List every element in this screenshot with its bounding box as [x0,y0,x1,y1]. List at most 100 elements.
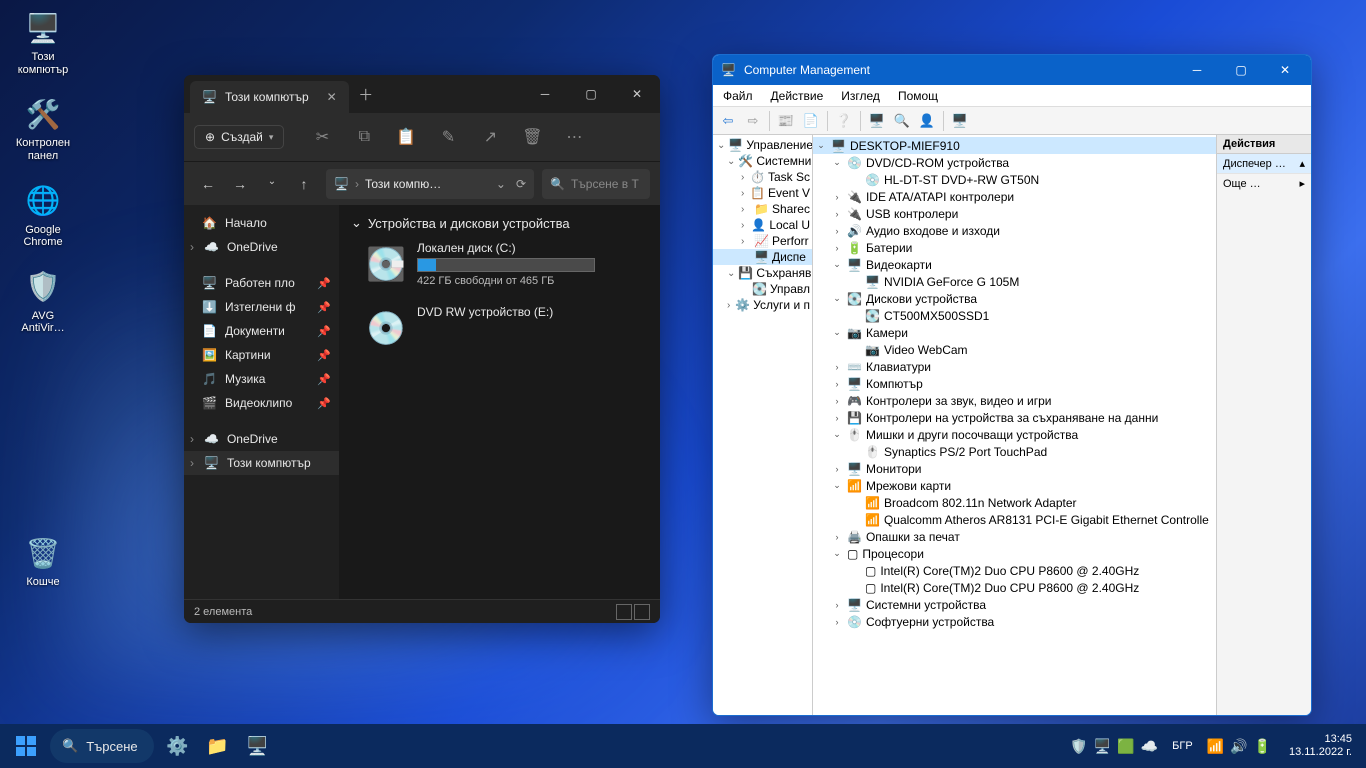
cm-tree-item[interactable]: ›📁Sharec [713,201,812,217]
tb-icon[interactable]: 📰 [775,110,797,132]
desktop-icon[interactable]: 🛡️AVGAntiVir… [6,267,80,335]
menu-action[interactable]: Действие [771,89,824,103]
close-button[interactable]: ✕ [614,75,660,113]
delete-button[interactable]: 🗑 [514,121,550,153]
device-tree-item[interactable]: ›🔌IDE ATA/ATAPI контролери [813,188,1216,205]
more-button[interactable]: ⋯ [556,121,592,153]
chevron-down-icon[interactable]: ⌄ [258,176,286,192]
cm-tree-item[interactable]: ›⚙️Услуги и п [713,297,812,313]
tb-icon[interactable]: 👤 [916,110,938,132]
device-tree-item[interactable]: ▢Intel(R) Core(TM)2 Duo CPU P8600 @ 2.40… [813,579,1216,596]
device-tree-item[interactable]: ▢Intel(R) Core(TM)2 Duo CPU P8600 @ 2.40… [813,562,1216,579]
forward-button[interactable]: ⇨ [742,110,764,132]
sidebar-this-pc[interactable]: 🖥️Този компютър [184,451,339,475]
pin-icon[interactable]: 📌 [317,277,331,290]
explorer-tab[interactable]: 🖥️ Този компютър ✕ [190,81,349,113]
desktop-icon[interactable]: 🖥️Тозикомпютър [6,8,80,76]
device-tree-item[interactable]: ›🔌USB контролери [813,205,1216,222]
expand-icon[interactable]: ⌄ [831,293,843,304]
language-indicator[interactable]: БГР [1168,740,1197,752]
expand-icon[interactable]: ⌄ [727,156,735,167]
tb-icon[interactable]: 📄 [800,110,822,132]
expand-icon[interactable]: › [741,204,751,215]
device-tree-item[interactable]: ›🖥️Монитори [813,460,1216,477]
pin-icon[interactable]: 📌 [317,325,331,338]
device-tree-item[interactable]: ⌄▢Процесори [813,545,1216,562]
expand-icon[interactable]: › [831,226,843,236]
device-tree-item[interactable]: ›🎮Контролери за звук, видео и игри [813,392,1216,409]
device-tree-item[interactable]: ›⌨️Клавиатури [813,358,1216,375]
expand-icon[interactable]: › [831,192,843,202]
menu-help[interactable]: Помощ [898,89,938,103]
device-tree-item[interactable]: ›🖥️Компютър [813,375,1216,392]
desktop-icon[interactable]: 🛠️Контроленпанел [6,94,80,162]
cm-tree-item[interactable]: ›⏱️Task Sc [713,169,812,185]
tray-icon[interactable]: 🖥️ [1094,738,1111,755]
device-tree-item[interactable]: 🖱️Synaptics PS/2 Port TouchPad [813,443,1216,460]
expand-icon[interactable]: › [831,600,843,610]
minimize-button[interactable]: ─ [1175,55,1219,85]
pin-icon[interactable]: 📌 [317,373,331,386]
taskbar-explorer-icon[interactable]: 📁 [198,728,238,764]
expand-icon[interactable]: › [741,236,751,247]
sidebar-pinned-item[interactable]: ⬇️Изтеглени ф📌 [184,295,339,319]
pin-icon[interactable]: 📌 [317,349,331,362]
forward-button[interactable]: → [226,176,254,192]
device-tree-item[interactable]: ⌄🖥️DESKTOP-MIEF910 [813,137,1216,154]
taskbar-settings-icon[interactable]: ⚙️ [158,728,198,764]
device-tree-item[interactable]: 💽CT500MX500SSD1 [813,307,1216,324]
device-tree-item[interactable]: ⌄💿DVD/CD-ROM устройства [813,154,1216,171]
expand-icon[interactable]: ⌄ [831,480,843,491]
help-icon[interactable]: ❔ [833,110,855,132]
close-button[interactable]: ✕ [1263,55,1307,85]
device-tree-item[interactable]: ⌄🖱️Мишки и други посочващи устройства [813,426,1216,443]
device-tree-item[interactable]: ⌄💽Дискови устройства [813,290,1216,307]
actions-item[interactable]: Диспечер …▴ [1217,154,1311,174]
copy-button[interactable]: ⧉ [346,121,382,153]
sidebar-onedrive-2[interactable]: ☁️OneDrive [184,427,339,451]
device-tree-item[interactable]: 📷Video WebCam [813,341,1216,358]
expand-icon[interactable]: ⌄ [727,268,735,279]
up-button[interactable]: ↑ [290,176,318,192]
sidebar-pinned-item[interactable]: 🖼️Картини📌 [184,343,339,367]
expand-icon[interactable]: ⌄ [831,429,843,440]
device-tree-item[interactable]: 🖥️NVIDIA GeForce G 105M [813,273,1216,290]
expand-icon[interactable]: › [831,532,843,542]
menu-view[interactable]: Изглед [841,89,880,103]
tb-icon[interactable]: 🖥️ [949,110,971,132]
expand-icon[interactable]: › [831,617,843,627]
expand-icon[interactable]: ⌄ [717,140,725,151]
address-field[interactable]: 🖥️ › Този компю… ⌄ ⟳ [326,169,534,199]
sidebar-home[interactable]: 🏠Начало [184,211,339,235]
device-tree-item[interactable]: ›🖨️Опашки за печат [813,528,1216,545]
expand-icon[interactable]: › [831,243,843,253]
device-tree-item[interactable]: 💿HL-DT-ST DVD+-RW GT50N [813,171,1216,188]
explorer-titlebar[interactable]: 🖥️ Този компютър ✕ ＋ ─ ▢ ✕ [184,75,660,113]
device-tree-item[interactable]: ›💾Контролери на устройства за съхраняван… [813,409,1216,426]
expand-icon[interactable]: › [831,413,843,423]
taskbar-search[interactable]: 🔍 Търсене [50,729,154,763]
actions-more[interactable]: Още …▸ [1217,174,1311,193]
expand-icon[interactable]: › [831,209,843,219]
cm-tree-item[interactable]: ›👤Local U [713,217,812,233]
wifi-icon[interactable]: 📶 [1207,738,1224,755]
back-button[interactable]: ⇦ [717,110,739,132]
sys-icons[interactable]: 📶 🔊 🔋 [1201,738,1277,755]
expand-icon[interactable]: ⌄ [831,327,843,338]
cm-tree-item[interactable]: 💽Управл [713,281,812,297]
tb-icon[interactable]: 🔍 [891,110,913,132]
minimize-button[interactable]: ─ [522,75,568,113]
expand-icon[interactable]: › [831,396,843,406]
desktop-icon[interactable]: 🗑️Кошче [6,533,80,589]
drive-item[interactable]: 💿DVD RW устройство (E:) [351,305,648,347]
expand-icon[interactable]: ⌄ [815,140,827,151]
cm-tree-item[interactable]: ⌄🖥️Управление н [713,137,812,153]
sidebar-pinned-item[interactable]: 📄Документи📌 [184,319,339,343]
expand-icon[interactable]: ⌄ [831,548,843,559]
device-tree-item[interactable]: ⌄📶Мрежови карти [813,477,1216,494]
battery-icon[interactable]: 🔋 [1254,738,1271,755]
expand-icon[interactable]: › [741,172,747,183]
expand-icon[interactable]: ⌄ [831,259,843,270]
chevron-down-icon[interactable]: ⌄ [496,177,506,191]
new-tab-button[interactable]: ＋ [349,84,383,105]
